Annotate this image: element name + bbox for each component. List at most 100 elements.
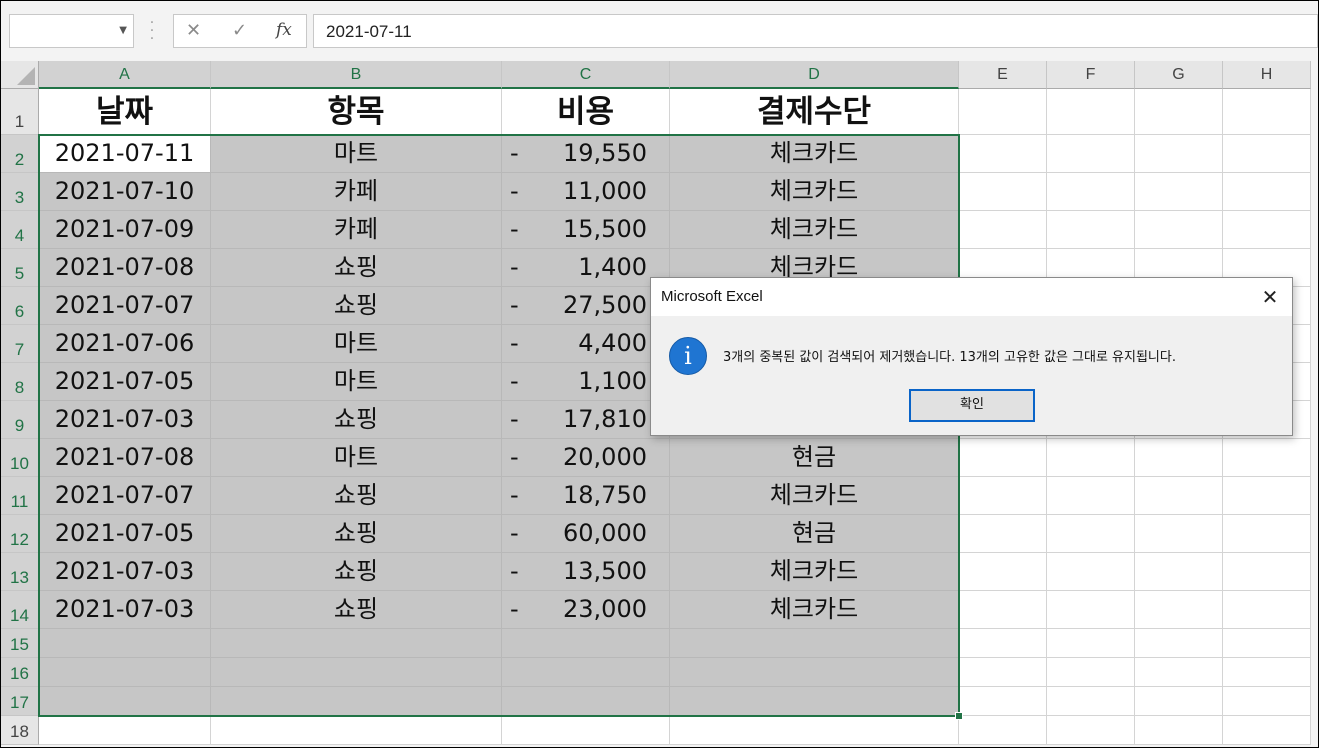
empty-cell[interactable] <box>959 439 1047 477</box>
column-header-6[interactable]: G <box>1135 61 1223 89</box>
date-cell[interactable]: 2021-07-03 <box>39 553 211 591</box>
item-cell[interactable]: 마트 <box>211 135 502 173</box>
empty-cell[interactable] <box>1135 687 1223 716</box>
empty-cell[interactable] <box>1047 687 1135 716</box>
item-cell[interactable]: 쇼핑 <box>211 515 502 553</box>
item-cell[interactable]: 마트 <box>211 325 502 363</box>
row-header[interactable]: 12 <box>1 515 39 553</box>
item-cell[interactable]: 쇼핑 <box>211 477 502 515</box>
row-header[interactable]: 7 <box>1 325 39 363</box>
cost-cell[interactable]: - 19,550 <box>502 135 670 173</box>
empty-cell[interactable] <box>1135 439 1223 477</box>
payment-cell[interactable]: 현금 <box>670 515 959 553</box>
empty-cell[interactable] <box>670 687 959 716</box>
row-header[interactable]: 18 <box>1 716 39 745</box>
empty-cell[interactable] <box>211 687 502 716</box>
empty-cell[interactable] <box>1135 135 1223 173</box>
empty-cell[interactable] <box>502 716 670 745</box>
empty-cell[interactable] <box>1135 716 1223 745</box>
cost-cell[interactable]: - 15,500 <box>502 211 670 249</box>
empty-cell[interactable] <box>1223 629 1311 658</box>
cost-cell[interactable]: - 17,810 <box>502 401 670 439</box>
cancel-icon[interactable]: ✕ <box>186 20 201 41</box>
empty-cell[interactable] <box>39 629 211 658</box>
row-header[interactable]: 14 <box>1 591 39 629</box>
insert-function-icon[interactable]: fx <box>276 20 292 40</box>
column-header-5[interactable]: F <box>1047 61 1135 89</box>
column-header-0[interactable]: A <box>39 61 211 89</box>
empty-cell[interactable] <box>670 658 959 687</box>
row-header[interactable]: 16 <box>1 658 39 687</box>
empty-cell[interactable] <box>1047 716 1135 745</box>
close-icon[interactable]: ✕ <box>1248 278 1292 316</box>
row-header[interactable]: 13 <box>1 553 39 591</box>
empty-cell[interactable] <box>1047 173 1135 211</box>
empty-cell[interactable] <box>39 716 211 745</box>
payment-cell[interactable]: 체크카드 <box>670 135 959 173</box>
column-header-1[interactable]: B <box>211 61 502 89</box>
empty-cell[interactable] <box>1223 89 1311 135</box>
empty-cell[interactable] <box>1135 211 1223 249</box>
empty-cell[interactable] <box>1047 658 1135 687</box>
empty-cell[interactable] <box>1223 477 1311 515</box>
date-cell[interactable]: 2021-07-05 <box>39 515 211 553</box>
row-header[interactable]: 4 <box>1 211 39 249</box>
empty-cell[interactable] <box>959 211 1047 249</box>
payment-cell[interactable]: 체크카드 <box>670 173 959 211</box>
date-cell[interactable]: 2021-07-06 <box>39 325 211 363</box>
cost-cell[interactable]: - 27,500 <box>502 287 670 325</box>
header-cell-date[interactable]: 날짜 <box>39 89 211 135</box>
empty-cell[interactable] <box>502 687 670 716</box>
empty-cell[interactable] <box>1135 658 1223 687</box>
empty-cell[interactable] <box>1047 89 1135 135</box>
item-cell[interactable]: 쇼핑 <box>211 591 502 629</box>
empty-cell[interactable] <box>1223 553 1311 591</box>
empty-cell[interactable] <box>1047 629 1135 658</box>
cost-cell[interactable]: - 20,000 <box>502 439 670 477</box>
empty-cell[interactable] <box>1223 515 1311 553</box>
empty-cell[interactable] <box>1223 687 1311 716</box>
date-cell[interactable]: 2021-07-10 <box>39 173 211 211</box>
empty-cell[interactable] <box>1223 716 1311 745</box>
row-header[interactable]: 10 <box>1 439 39 477</box>
date-cell[interactable]: 2021-07-03 <box>39 591 211 629</box>
cost-cell[interactable]: - 13,500 <box>502 553 670 591</box>
empty-cell[interactable] <box>211 629 502 658</box>
empty-cell[interactable] <box>959 135 1047 173</box>
cost-cell[interactable]: - 23,000 <box>502 591 670 629</box>
empty-cell[interactable] <box>1135 515 1223 553</box>
formula-input[interactable]: 2021-07-11 <box>313 14 1318 48</box>
item-cell[interactable]: 카페 <box>211 211 502 249</box>
row-header[interactable]: 2 <box>1 135 39 173</box>
column-header-2[interactable]: C <box>502 61 670 89</box>
enter-icon[interactable]: ✓ <box>232 20 247 41</box>
empty-cell[interactable] <box>959 591 1047 629</box>
empty-cell[interactable] <box>959 515 1047 553</box>
cost-cell[interactable]: - 11,000 <box>502 173 670 211</box>
date-cell[interactable]: 2021-07-09 <box>39 211 211 249</box>
empty-cell[interactable] <box>1047 135 1135 173</box>
empty-cell[interactable] <box>1135 629 1223 658</box>
row-header[interactable]: 9 <box>1 401 39 439</box>
empty-cell[interactable] <box>1223 135 1311 173</box>
empty-cell[interactable] <box>959 629 1047 658</box>
date-cell[interactable]: 2021-07-11 <box>39 135 211 173</box>
row-header[interactable]: 5 <box>1 249 39 287</box>
header-cell-cost[interactable]: 비용 <box>502 89 670 135</box>
payment-cell[interactable]: 체크카드 <box>670 211 959 249</box>
row-header[interactable]: 1 <box>1 89 39 135</box>
select-all-button[interactable] <box>1 61 39 89</box>
name-box[interactable]: ▼ <box>9 14 134 48</box>
date-cell[interactable]: 2021-07-07 <box>39 477 211 515</box>
date-cell[interactable]: 2021-07-08 <box>39 439 211 477</box>
empty-cell[interactable] <box>1223 211 1311 249</box>
item-cell[interactable]: 마트 <box>211 439 502 477</box>
empty-cell[interactable] <box>959 173 1047 211</box>
payment-cell[interactable]: 체크카드 <box>670 591 959 629</box>
empty-cell[interactable] <box>1047 211 1135 249</box>
item-cell[interactable]: 쇼핑 <box>211 287 502 325</box>
item-cell[interactable]: 카페 <box>211 173 502 211</box>
item-cell[interactable]: 쇼핑 <box>211 249 502 287</box>
payment-cell[interactable]: 체크카드 <box>670 477 959 515</box>
column-header-4[interactable]: E <box>959 61 1047 89</box>
